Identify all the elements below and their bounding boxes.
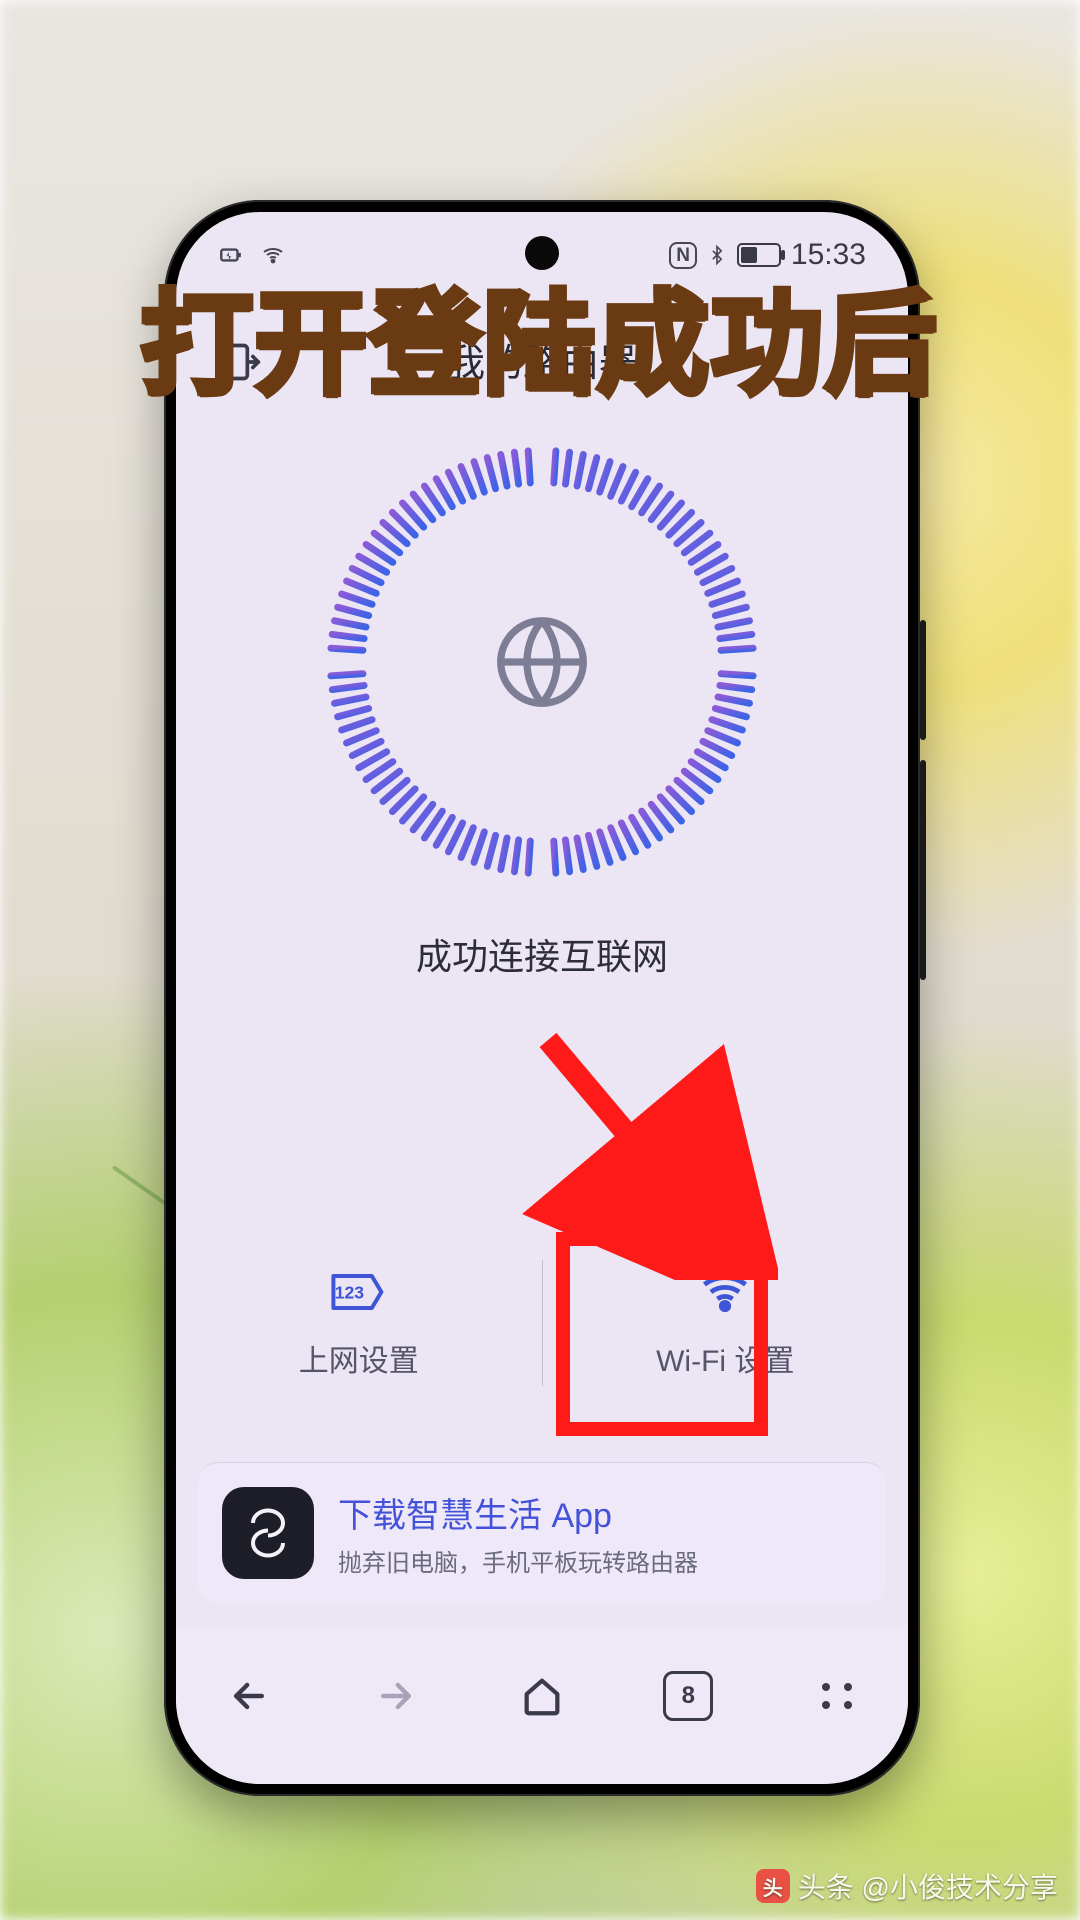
wifi-settings-button[interactable]: Wi-Fi 设置 [543,1218,909,1428]
internet-settings-label: 上网设置 [299,1336,419,1380]
phone-body: N 15:33 我的路由器 [164,200,920,1796]
toutiao-logo-icon: 头 [756,1869,790,1903]
app-download-promo[interactable]: 下载智慧生活 App 抛弃旧电脑，手机平板玩转路由器 [198,1462,886,1603]
nav-tabs-button[interactable]: 8 [638,1656,738,1736]
overlay-caption: 打开登陆成功后 [0,254,1080,416]
watermark-text: 头条 @小俊技术分享 [798,1866,1058,1906]
grid-dots-icon [818,1679,852,1713]
nav-menu-button[interactable] [785,1656,885,1736]
connection-dial-section: 成功连接互联网 [176,432,908,980]
nav-home-button[interactable] [492,1656,592,1736]
smartlife-app-icon [222,1487,314,1579]
connection-status-text: 成功连接互联网 [416,928,668,980]
promo-subtitle: 抛弃旧电脑，手机平板玩转路由器 [338,1543,698,1578]
internet-settings-button[interactable]: 123 上网设置 [176,1218,542,1428]
home-icon [519,1673,565,1719]
phone-side-button [920,620,926,740]
arrow-right-icon [374,1674,418,1718]
browser-navbar: 8 [176,1626,908,1784]
globe-icon [487,607,597,717]
tabs-icon: 8 [663,1671,713,1721]
arrow-left-icon [227,1674,271,1718]
option-row: 123 上网设置 Wi-Fi 设置 [176,1218,908,1428]
connection-dial [312,432,772,892]
phone-screen: N 15:33 我的路由器 [176,212,908,1784]
wifi-settings-label: Wi-Fi 设置 [656,1336,794,1380]
nav-back-button[interactable] [199,1656,299,1736]
internet-settings-icon: 123 [327,1266,391,1318]
nav-forward-button[interactable] [346,1656,446,1736]
watermark: 头 头条 @小俊技术分享 [756,1866,1058,1906]
wifi-settings-icon [693,1266,757,1318]
phone-side-button [920,760,926,980]
svg-text:123: 123 [334,1282,364,1302]
tab-count: 8 [682,1682,695,1710]
promo-title: 下载智慧生活 App [338,1488,698,1537]
